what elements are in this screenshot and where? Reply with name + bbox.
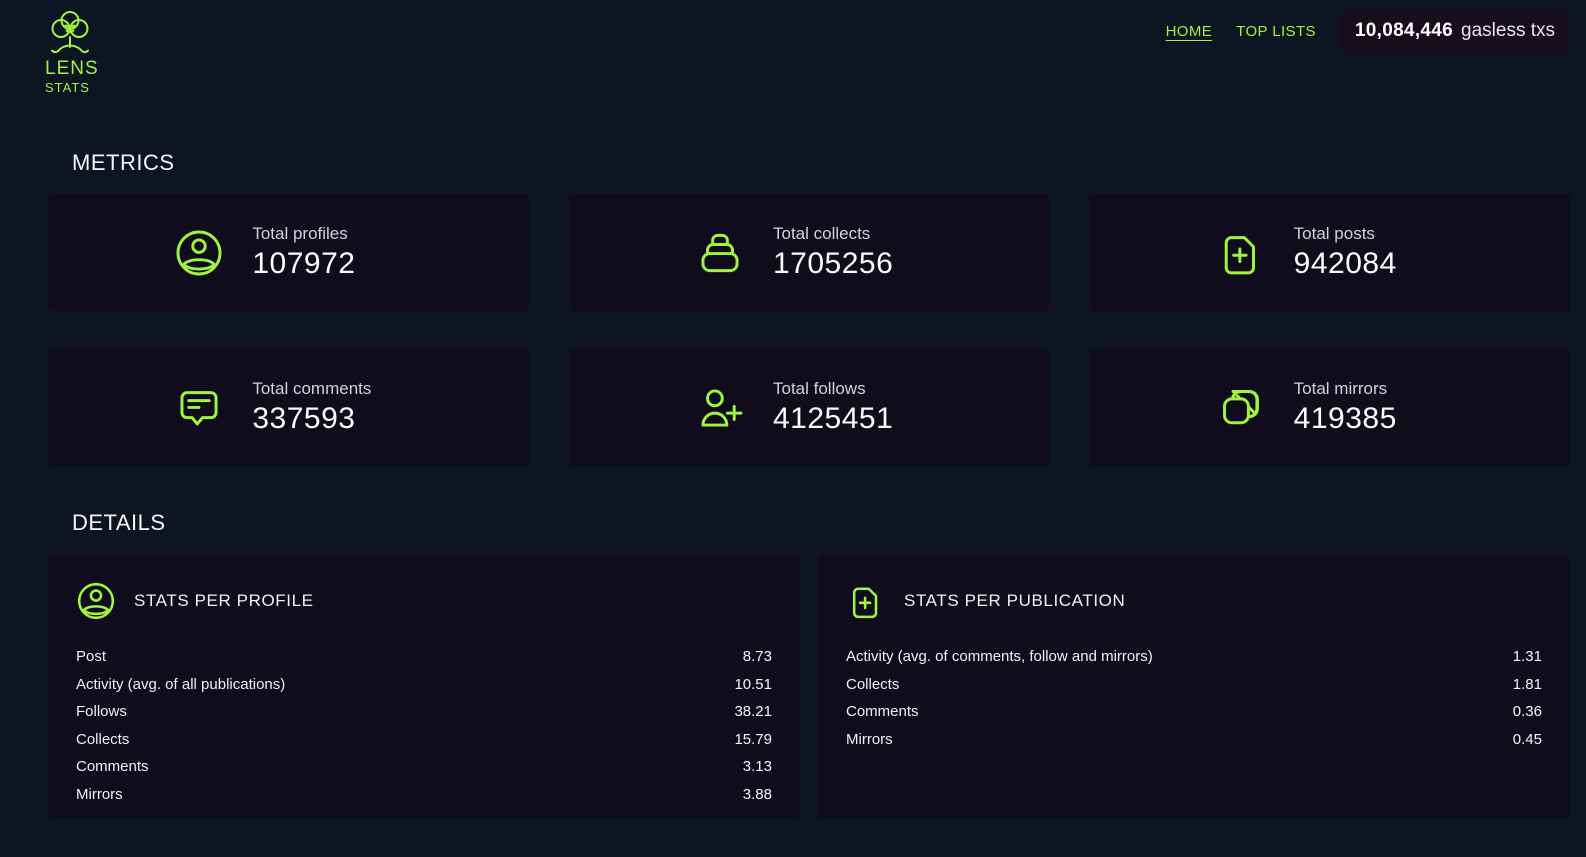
metric-card-total-comments: Total comments 337593 — [48, 349, 529, 466]
metric-label: Total profiles — [252, 224, 402, 244]
details-panels: STATS PER PROFILE Post 8.73 Activity (av… — [48, 556, 1570, 818]
stat-value: 10.51 — [734, 676, 772, 693]
stat-label: Post — [76, 648, 106, 665]
stat-row: Activity (avg. of comments, follow and m… — [846, 643, 1542, 671]
metric-value: 107972 — [252, 247, 402, 281]
stat-row: Comments 0.36 — [846, 698, 1542, 726]
profile-icon — [76, 581, 116, 621]
stat-label: Activity (avg. of all publications) — [76, 676, 285, 693]
main-nav: HOME TOP LISTS 10,084,446 gasless txs — [1166, 9, 1570, 53]
stat-row: Mirrors 3.88 — [76, 781, 772, 809]
metric-value: 337593 — [252, 402, 402, 436]
stat-value: 15.79 — [734, 731, 772, 748]
stat-label: Activity (avg. of comments, follow and m… — [846, 648, 1153, 665]
stat-value: 1.81 — [1513, 676, 1542, 693]
stat-value: 3.88 — [743, 786, 772, 803]
comment-icon — [174, 383, 224, 433]
stat-label: Collects — [76, 731, 129, 748]
gasless-txs-count: 10,084,446 — [1355, 20, 1453, 42]
stat-label: Comments — [846, 703, 919, 720]
stat-row: Mirrors 0.45 — [846, 726, 1542, 754]
stat-label: Collects — [846, 676, 899, 693]
stat-label: Mirrors — [76, 786, 123, 803]
post-icon — [1216, 228, 1266, 278]
stat-label: Follows — [76, 703, 127, 720]
panel-header: STATS PER PUBLICATION — [846, 581, 1542, 621]
stat-row: Activity (avg. of all publications) 10.5… — [76, 671, 772, 699]
metric-label: Total comments — [252, 379, 402, 399]
stat-value: 0.36 — [1513, 703, 1542, 720]
metric-label: Total posts — [1294, 224, 1444, 244]
stat-row: Collects 1.81 — [846, 671, 1542, 699]
metric-card-total-follows: Total follows 4125451 — [569, 349, 1050, 466]
collect-icon — [695, 228, 745, 278]
stat-row: Follows 38.21 — [76, 698, 772, 726]
metric-value: 419385 — [1294, 402, 1444, 436]
profile-icon — [174, 228, 224, 278]
stat-value: 8.73 — [743, 648, 772, 665]
header: LENS STATS HOME TOP LISTS 10,084,446 gas… — [0, 0, 1586, 94]
metrics-heading: METRICS — [72, 150, 1570, 176]
metric-label: Total collects — [773, 224, 923, 244]
gasless-txs-badge: 10,084,446 gasless txs — [1340, 9, 1570, 53]
follow-icon — [695, 383, 745, 433]
metric-card-total-posts: Total posts 942084 — [1089, 194, 1570, 311]
stat-value: 3.13 — [743, 758, 772, 775]
logo-text-stats: STATS — [45, 81, 99, 94]
metric-card-total-profiles: Total profiles 107972 — [48, 194, 529, 311]
stat-row: Collects 15.79 — [76, 726, 772, 754]
metric-card-total-collects: Total collects 1705256 — [569, 194, 1050, 311]
stat-row: Post 8.73 — [76, 643, 772, 671]
nav-top-lists-link[interactable]: TOP LISTS — [1236, 23, 1316, 40]
stat-label: Mirrors — [846, 731, 893, 748]
panel-header: STATS PER PROFILE — [76, 581, 772, 621]
logo[interactable]: LENS STATS — [45, 7, 99, 94]
stat-value: 38.21 — [734, 703, 772, 720]
stat-value: 0.45 — [1513, 731, 1542, 748]
publication-icon — [846, 581, 886, 621]
panel-title: STATS PER PROFILE — [134, 591, 314, 611]
stats-per-publication-panel: STATS PER PUBLICATION Activity (avg. of … — [818, 556, 1570, 818]
metric-value: 4125451 — [773, 402, 923, 436]
metric-value: 942084 — [1294, 247, 1444, 281]
stat-label: Comments — [76, 758, 149, 775]
metric-label: Total mirrors — [1294, 379, 1444, 399]
panel-title: STATS PER PUBLICATION — [904, 591, 1125, 611]
nav-home-link[interactable]: HOME — [1166, 23, 1213, 40]
metric-value: 1705256 — [773, 247, 923, 281]
metrics-cards: Total profiles 107972 Total collects 170… — [48, 194, 1570, 466]
stats-per-profile-panel: STATS PER PROFILE Post 8.73 Activity (av… — [48, 556, 800, 818]
stat-value: 1.31 — [1513, 648, 1542, 665]
metric-label: Total follows — [773, 379, 923, 399]
main-content: METRICS Total profiles 107972 Total coll… — [0, 150, 1586, 818]
stat-row: Comments 3.13 — [76, 753, 772, 781]
details-heading: DETAILS — [72, 510, 1570, 536]
lens-tree-logo-icon — [45, 7, 95, 57]
mirror-icon — [1216, 383, 1266, 433]
logo-text-lens: LENS — [45, 59, 99, 78]
gasless-txs-label: gasless txs — [1461, 20, 1555, 42]
metric-card-total-mirrors: Total mirrors 419385 — [1089, 349, 1570, 466]
